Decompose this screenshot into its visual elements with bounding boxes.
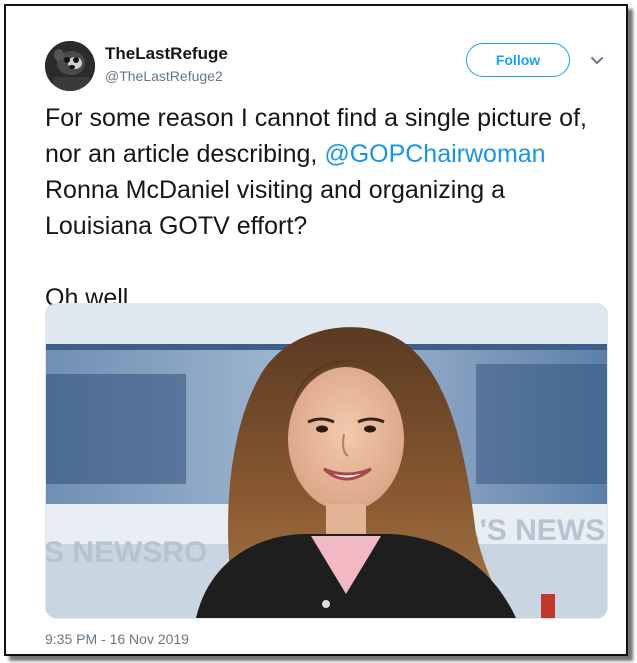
screenshot-frame: TheLastRefuge @TheLastRefuge2 Follow For… xyxy=(4,4,628,656)
avatar-image xyxy=(45,41,95,91)
display-name[interactable]: TheLastRefuge xyxy=(105,44,228,64)
tweet-card: TheLastRefuge @TheLastRefuge2 Follow For… xyxy=(6,6,626,654)
avatar[interactable] xyxy=(45,41,95,91)
background-text-left: S NEWSRO xyxy=(46,536,207,569)
tweet-photo[interactable]: S NEWSRO A'S NEWS xyxy=(45,303,608,619)
tweet-timestamp[interactable]: 9:35 PM - 16 Nov 2019 xyxy=(45,631,189,647)
background-text-right: A'S NEWS xyxy=(458,514,605,547)
mention-link[interactable]: @GOPChairwoman xyxy=(324,140,545,168)
user-handle[interactable]: @TheLastRefuge2 xyxy=(105,68,223,84)
tweet-paragraph-1: For some reason I cannot find a single p… xyxy=(45,100,615,244)
chevron-down-icon[interactable] xyxy=(588,52,606,70)
tweet-text: For some reason I cannot find a single p… xyxy=(45,100,615,316)
tweet-text-part: Ronna McDaniel visiting and organizing a… xyxy=(45,176,505,240)
follow-button[interactable]: Follow xyxy=(466,43,570,77)
